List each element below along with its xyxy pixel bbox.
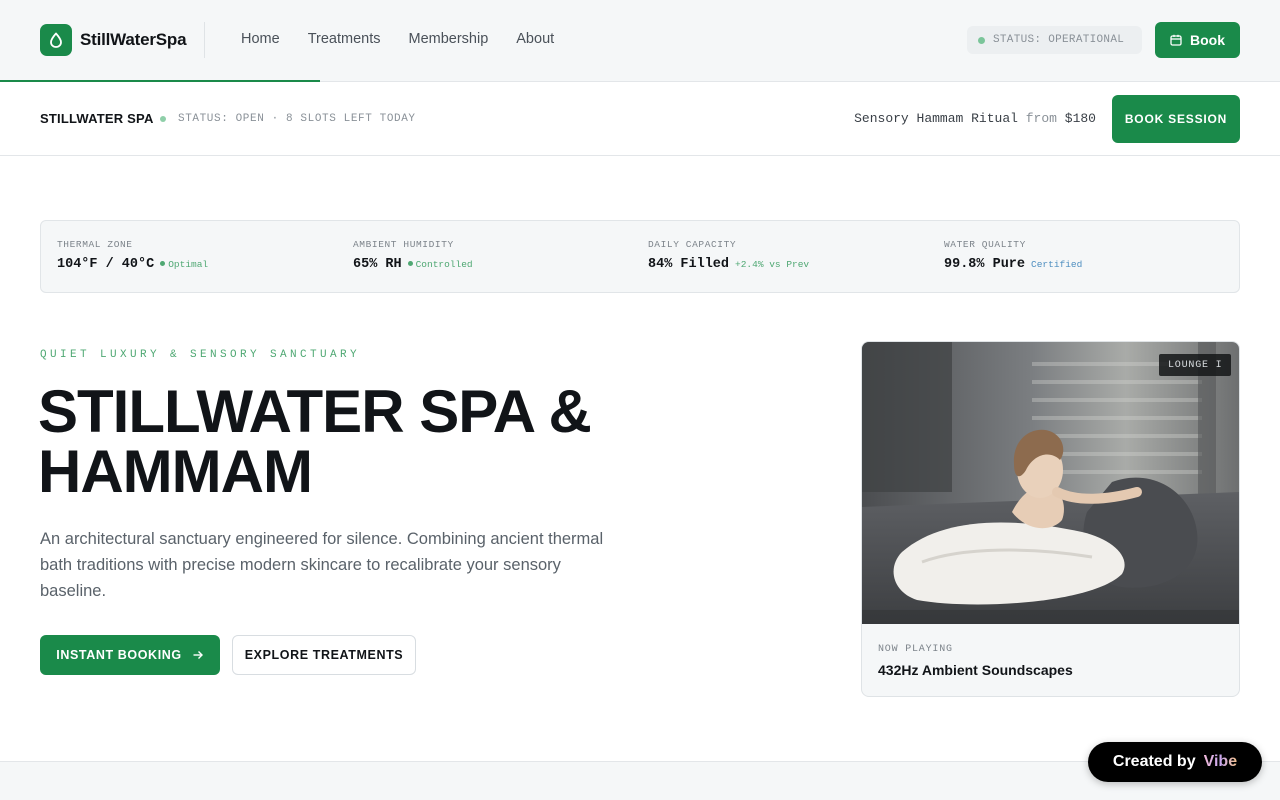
- stat-value: 99.8% Pure: [944, 257, 1026, 272]
- explore-treatments-button[interactable]: EXPLORE TREATMENTS: [232, 635, 416, 675]
- droplet-icon: [40, 24, 72, 56]
- stat-thermal-zone: THERMAL ZONE 104°F / 40°C Optimal: [57, 239, 208, 272]
- book-session-button[interactable]: BOOK SESSION: [1112, 95, 1240, 143]
- featured-ritual: Sensory Hammam Ritual from $180: [854, 111, 1096, 126]
- hero-title-line1: STILLWATER SPA &: [38, 378, 592, 445]
- status-dot-icon: [978, 36, 985, 44]
- created-by-prefix: Created by: [1112, 753, 1196, 770]
- ritual-name: Sensory Hammam Ritual: [854, 111, 1018, 126]
- stat-value: 104°F / 40°C: [57, 257, 155, 272]
- arrow-right-icon: [193, 651, 203, 659]
- nav-divider: [204, 22, 205, 58]
- hero-eyebrow: QUIET LUXURY & SENSORY SANCTUARY: [40, 349, 361, 361]
- stat-label: DAILY CAPACITY: [648, 239, 737, 250]
- lounge-tag: LOUNGE I: [1159, 354, 1232, 376]
- brand-name: StillWaterSpa: [80, 30, 187, 49]
- instant-booking-button[interactable]: INSTANT BOOKING: [40, 635, 220, 675]
- hero-title: STILLWATER SPA & HAMMAM: [38, 382, 678, 502]
- status-dot-icon: [407, 261, 413, 266]
- open-status-dot-icon: [160, 116, 166, 122]
- stat-note: Certified: [1031, 259, 1083, 270]
- lounge-photo: LOUNGE I: [862, 342, 1239, 624]
- nav-links: Home Treatments Membership About: [241, 31, 554, 47]
- stat-daily-capacity: DAILY CAPACITY 84% Filled +2.4% vs Prev: [648, 239, 809, 272]
- booking-bar-brand: STILLWATER SPA: [40, 111, 154, 126]
- now-playing-title[interactable]: 432Hz Ambient Soundscapes: [878, 662, 1073, 678]
- booking-bar: STILLWATER SPA STATUS: OPEN · 8 SLOTS LE…: [0, 83, 1280, 156]
- nav-link-home[interactable]: Home: [241, 31, 280, 47]
- brand-logo[interactable]: StillWaterSpa: [40, 24, 187, 56]
- stat-value: 65% RH: [353, 257, 402, 272]
- created-by-badge[interactable]: Created by Vibe: [1088, 742, 1262, 782]
- book-button-label: Book: [1190, 32, 1225, 48]
- now-playing-label: NOW PLAYING: [878, 644, 953, 655]
- stat-label: AMBIENT HUMIDITY: [353, 239, 454, 250]
- lounge-card: LOUNGE I NOW PLAYING 432Hz Ambient Sound…: [861, 341, 1240, 697]
- system-status-text: STATUS: OPERATIONAL: [993, 34, 1125, 46]
- scroll-progress-bar: [0, 80, 320, 82]
- stat-value: 84% Filled: [648, 257, 730, 272]
- open-status-text: STATUS: OPEN · 8 SLOTS LEFT TODAY: [178, 113, 416, 125]
- stat-label: WATER QUALITY: [944, 239, 1026, 250]
- stat-ambient-humidity: AMBIENT HUMIDITY 65% RH Controlled: [353, 239, 473, 272]
- system-status-badge: STATUS: OPERATIONAL: [967, 26, 1142, 54]
- facility-stats: THERMAL ZONE 104°F / 40°C Optimal AMBIEN…: [40, 220, 1240, 293]
- nav-link-about[interactable]: About: [516, 31, 554, 47]
- top-nav: StillWaterSpa Home Treatments Membership…: [0, 0, 1280, 82]
- created-by-brand: Vibe: [1203, 753, 1238, 770]
- book-button[interactable]: Book: [1155, 22, 1240, 58]
- hero-description: An architectural sanctuary engineered fo…: [40, 530, 604, 600]
- calendar-icon: [1170, 34, 1182, 46]
- stat-note: Controlled: [407, 259, 473, 270]
- ritual-price: $180: [1064, 111, 1096, 126]
- stat-label: THERMAL ZONE: [57, 239, 133, 250]
- nav-link-treatments[interactable]: Treatments: [308, 31, 381, 47]
- ritual-from-label: from: [1025, 111, 1057, 126]
- stat-note: +2.4% vs Prev: [735, 259, 810, 270]
- stat-note: Optimal: [160, 259, 208, 270]
- hero-title-line2: HAMMAM: [38, 438, 313, 505]
- instant-booking-label: INSTANT BOOKING: [56, 648, 182, 662]
- status-dot-icon: [160, 261, 166, 266]
- nav-link-membership[interactable]: Membership: [408, 31, 488, 47]
- stat-water-quality: WATER QUALITY 99.8% Pure Certified: [944, 239, 1082, 272]
